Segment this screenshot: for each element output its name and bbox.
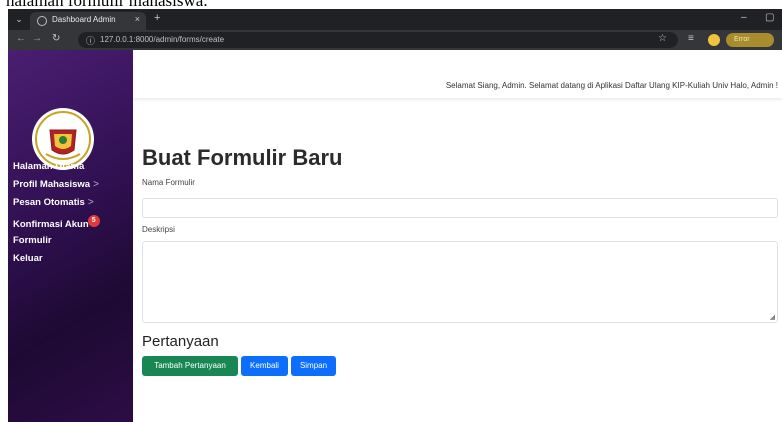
- questions-title: Pertanyaan: [142, 333, 219, 350]
- tab-dashboard-admin[interactable]: Dashboard Admin ×: [30, 12, 146, 30]
- form-name-label: Nama Formulir: [142, 178, 195, 187]
- sidebar-item-formulir[interactable]: Formulir: [13, 235, 52, 246]
- error-button[interactable]: Error: [726, 33, 774, 47]
- description-textarea[interactable]: ◢: [142, 241, 778, 323]
- sidebar-item-pesan-otomatis[interactable]: Pesan Otomatis >: [13, 197, 94, 208]
- chevron-right-icon: >: [93, 179, 99, 190]
- save-button[interactable]: Simpan: [291, 356, 336, 376]
- add-question-button[interactable]: Tambah Pertanyaan: [142, 356, 238, 376]
- notification-badge: 5: [87, 215, 100, 227]
- sidebar-item-profil-mahasiswa[interactable]: Profil Mahasiswa >: [13, 179, 99, 190]
- extensions-icon[interactable]: ≡: [688, 33, 694, 44]
- form-name-input[interactable]: [142, 198, 778, 218]
- back-icon[interactable]: ←: [16, 33, 26, 44]
- star-icon[interactable]: ☆: [658, 33, 667, 44]
- greeting-text: Selamat Siang, Admin. Selamat datang di …: [445, 81, 778, 90]
- sidebar-item-label: Konfirmasi Akun: [13, 219, 89, 230]
- sidebar-item-konfirmasi-akun[interactable]: Konfirmasi Akun 5: [13, 215, 100, 230]
- sidebar-item-label: Keluar: [13, 253, 43, 264]
- forward-icon[interactable]: →: [32, 33, 42, 44]
- caption-text: halaman formulir mahasiswa.: [6, 0, 208, 9]
- sidebar: Halaman Utama Profil Mahasiswa > Pesan Ot…: [8, 50, 133, 422]
- info-icon[interactable]: ⓘ: [86, 34, 95, 47]
- caption-strip: halaman formulir mahasiswa.: [0, 0, 782, 9]
- browser-toolbar: ← → ↻ ⓘ 127.0.0.1:8000/admin/forms/creat…: [8, 30, 782, 50]
- sidebar-item-keluar[interactable]: Keluar: [13, 253, 43, 264]
- description-label: Deskripsi: [142, 225, 175, 234]
- tab-bar: ⌄ Dashboard Admin × + – ▢: [8, 9, 782, 30]
- page-title: Buat Formulir Baru: [142, 145, 343, 170]
- sidebar-item-label: Pesan Otomatis: [13, 197, 85, 208]
- tab-title: Dashboard Admin: [52, 15, 116, 24]
- sidebar-item-label: Formulir: [13, 235, 52, 246]
- main-content: Selamat Siang, Admin. Selamat datang di …: [133, 50, 782, 422]
- browser-window: ⌄ Dashboard Admin × + – ▢ ← → ↻ ⓘ 127.0.…: [8, 9, 782, 422]
- top-navbar: Selamat Siang, Admin. Selamat datang di …: [133, 50, 782, 98]
- menu-icon[interactable]: ⌄: [12, 13, 26, 26]
- new-tab-button[interactable]: +: [154, 12, 160, 24]
- minimize-icon[interactable]: –: [741, 12, 747, 23]
- sidebar-item-halaman-utama[interactable]: Halaman Utama: [13, 161, 84, 172]
- chevron-right-icon: >: [87, 197, 94, 208]
- sidebar-item-label: Profil Mahasiswa: [13, 179, 91, 190]
- url-text[interactable]: 127.0.0.1:8000/admin/forms/create: [100, 35, 224, 44]
- globe-icon: [37, 16, 47, 26]
- reload-icon[interactable]: ↻: [52, 33, 60, 44]
- address-bar[interactable]: ⓘ 127.0.0.1:8000/admin/forms/create: [78, 32, 678, 48]
- close-icon[interactable]: ×: [135, 14, 140, 24]
- back-button[interactable]: Kembali: [241, 356, 288, 376]
- resize-handle-icon[interactable]: ◢: [770, 313, 775, 321]
- maximize-icon[interactable]: ▢: [765, 12, 774, 23]
- sidebar-item-label: Halaman Utama: [13, 161, 85, 172]
- profile-icon[interactable]: [708, 34, 720, 46]
